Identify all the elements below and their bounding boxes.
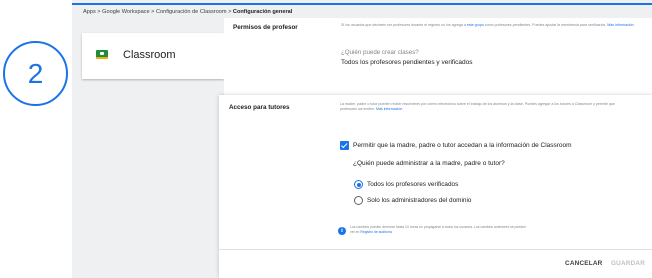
app-card: Classroom xyxy=(82,33,224,79)
step-number-badge: 2 xyxy=(3,41,68,106)
actions-divider xyxy=(219,249,652,250)
radio-label-verified-teachers[interactable]: Todos los profesores verificados xyxy=(367,181,458,188)
section-title: Permisos de profesor xyxy=(233,24,298,31)
setting-question: ¿Quién puede crear clases? xyxy=(341,49,419,56)
section-title: Acceso para tutores xyxy=(229,104,290,111)
more-info-link[interactable]: Más información xyxy=(607,23,633,27)
section-description: Si los usuarios que declaren ser profeso… xyxy=(341,23,651,28)
breadcrumb: Apps > Google Workspace > Configuración … xyxy=(83,9,292,15)
allow-guardians-checkbox[interactable] xyxy=(340,141,349,150)
audit-log-link[interactable]: Registro de auditoría xyxy=(360,230,391,234)
group-link[interactable]: este grupo xyxy=(467,23,484,27)
breadcrumb-current: Configuración general xyxy=(232,9,293,15)
setting-value: Todos los profesores pendientes y verifi… xyxy=(341,59,473,66)
section-description: La madre, padre o tutor pueden recibir r… xyxy=(340,102,630,112)
radio-label-domain-admins[interactable]: Solo los administradores del dominio xyxy=(367,197,471,204)
header-accent-line xyxy=(72,3,652,5)
guardian-access-section: Acceso para tutores La madre, padre o tu… xyxy=(219,95,652,278)
description-text: Si los usuarios que declaren ser profeso… xyxy=(341,23,467,27)
radio-verified-teachers[interactable] xyxy=(354,180,363,189)
save-button[interactable]: GUARDAR xyxy=(611,260,645,267)
radio-domain-admins[interactable] xyxy=(354,196,363,205)
allow-guardians-label[interactable]: Permitir que la madre, padre o tutor acc… xyxy=(353,142,572,149)
manage-guardians-question: ¿Quién puede administrar a la madre, pad… xyxy=(353,160,505,167)
info-icon: i xyxy=(338,227,346,235)
app-name: Classroom xyxy=(123,49,176,61)
teacher-permissions-section[interactable]: Permisos de profesor Si los usuarios que… xyxy=(224,18,652,96)
google-classroom-logo-icon xyxy=(96,50,108,59)
breadcrumb-path[interactable]: Apps > Google Workspace > Configuración … xyxy=(83,9,233,15)
more-info-link[interactable]: Más información xyxy=(376,107,402,111)
propagation-note: Los cambios pueden demorar hasta 24 hora… xyxy=(350,225,530,235)
description-tail: como profesores pendientes. Puedes ajust… xyxy=(483,23,608,27)
cancel-button[interactable]: CANCELAR xyxy=(565,260,602,267)
